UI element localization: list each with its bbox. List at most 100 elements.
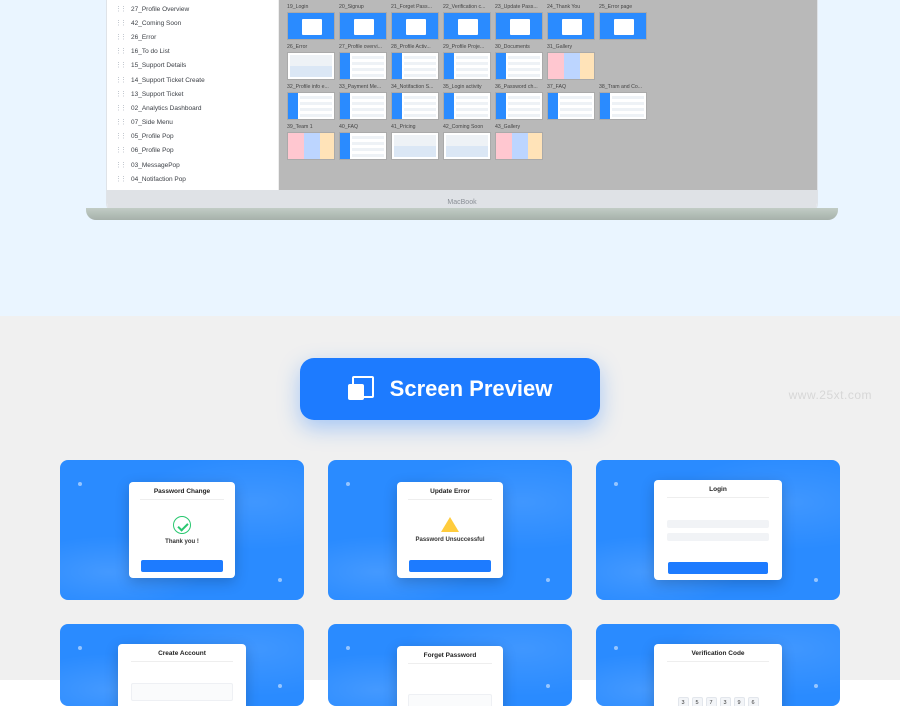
input-field[interactable] — [667, 533, 769, 541]
code-digit[interactable]: 6 — [748, 697, 759, 706]
watermark-text: www.25xt.com — [789, 388, 872, 402]
artboard-thumb[interactable]: 28_Profile Activ... — [391, 44, 439, 80]
input-field[interactable] — [667, 520, 769, 528]
layer-label: 02_Analytics Dashboard — [131, 105, 201, 112]
artboard-thumb[interactable]: 33_Payment Me... — [339, 84, 387, 120]
layer-item[interactable]: ⋮⋮03_MessagePop — [107, 158, 278, 172]
artboard-thumb[interactable]: 42_Coming Soon — [443, 124, 491, 160]
code-digit[interactable]: 3 — [720, 697, 731, 706]
primary-button[interactable] — [141, 560, 224, 572]
artboard-thumb[interactable]: 43_Gallery — [495, 124, 543, 160]
artboard-row: 19_Login20_Signup21_Forget Pass...22_Ver… — [287, 4, 809, 40]
artboard-preview — [443, 52, 491, 80]
artboard-label: 28_Profile Activ... — [391, 44, 439, 51]
artboard-thumb[interactable]: 30_Documents — [495, 44, 543, 80]
artboard-thumb[interactable]: 39_Team 1 — [287, 124, 335, 160]
modal-title: Create Account — [131, 644, 233, 662]
artboard-thumb[interactable]: 40_FAQ — [339, 124, 387, 160]
layer-item[interactable]: ⋮⋮14_Support Ticket Create — [107, 73, 278, 87]
code-input-group: 357396 — [678, 697, 759, 706]
modal-body: 357396 — [654, 662, 782, 706]
preview-card[interactable]: Update ErrorPassword Unsuccessful — [328, 460, 572, 600]
layer-label: 04_Notifaction Pop — [131, 176, 186, 183]
artboard-thumb[interactable]: 32_Profile info e... — [287, 84, 335, 120]
input-field[interactable] — [408, 694, 493, 706]
layer-item[interactable]: ⋮⋮02_Analytics Dashboard — [107, 101, 278, 115]
modal-card: Password ChangeThank you ! — [129, 482, 235, 578]
code-digit[interactable]: 5 — [692, 697, 703, 706]
code-digit[interactable]: 9 — [734, 697, 745, 706]
artboard-thumb[interactable]: 34_Notifaction S... — [391, 84, 439, 120]
artboard-thumb[interactable]: 23_Update Pass... — [495, 4, 543, 40]
preview-card[interactable]: Forget Password — [328, 624, 572, 706]
layer-label: 42_Coming Soon — [131, 20, 181, 27]
layer-item[interactable]: ⋮⋮ 42_Coming Soon — [107, 16, 278, 30]
copy-icon — [348, 376, 374, 402]
layer-item[interactable]: ⋮⋮07_Side Menu — [107, 116, 278, 130]
preview-card[interactable]: Verification Code357396 — [596, 624, 840, 706]
artboard-label: 41_Pricing — [391, 124, 439, 131]
artboard-preview — [443, 132, 491, 160]
artboard-label: 32_Profile info e... — [287, 84, 335, 91]
artboard-thumb[interactable]: 37_FAQ — [547, 84, 595, 120]
modal-card: Forget Password — [397, 646, 503, 706]
primary-button[interactable] — [409, 560, 492, 572]
modal-title: Verification Code — [667, 644, 769, 662]
artboard-thumb[interactable]: 19_Login — [287, 4, 335, 40]
modal-card: Create Account — [118, 644, 246, 706]
artboard-thumb[interactable]: 38_Tram and Co... — [599, 84, 647, 120]
screen-preview-region: Screen Preview www.25xt.com Password Cha… — [0, 316, 900, 680]
artboard-row: 26_Error27_Profile overvi... 28_Profile A… — [287, 44, 809, 80]
modal-title: Password Change — [140, 482, 225, 500]
artboard-thumb[interactable]: 29_Profile Proje... — [443, 44, 491, 80]
artboard-thumb[interactable]: 35_Login activity — [443, 84, 491, 120]
artboard-label: 34_Notifaction S... — [391, 84, 439, 91]
layer-item[interactable]: ⋮⋮04_Notifaction Pop — [107, 172, 278, 186]
drag-handle-icon: ⋮⋮ — [115, 147, 125, 154]
drag-handle-icon: ⋮⋮ — [115, 133, 125, 140]
preview-card[interactable]: Password ChangeThank you ! — [60, 460, 304, 600]
drag-handle-icon: ⋮⋮ — [115, 6, 125, 13]
preview-cards-grid: Password ChangeThank you ! Update ErrorPa… — [0, 460, 900, 706]
layer-item[interactable]: ⋮⋮05_Profile Pop — [107, 130, 278, 144]
layer-item[interactable]: ⋮⋮16_To do List — [107, 45, 278, 59]
code-digit[interactable]: 7 — [706, 697, 717, 706]
artboard-preview — [339, 12, 387, 40]
artboard-thumb[interactable]: 22_Verification c... — [443, 4, 491, 40]
artboard-thumb[interactable]: 41_Pricing — [391, 124, 439, 160]
check-icon — [173, 516, 191, 534]
warning-icon — [441, 517, 459, 532]
artboard-preview — [391, 132, 439, 160]
screen-preview-badge: Screen Preview — [300, 358, 600, 420]
layers-sidebar[interactable]: ⋮⋮27_Profile Overview⋮⋮42_Coming Soon⋮⋮2… — [107, 0, 279, 190]
artboard-thumb[interactable]: 26_Error — [287, 44, 335, 80]
artboard-preview — [547, 92, 595, 120]
drag-handle-icon: ⋮⋮ — [115, 162, 125, 169]
layer-item[interactable]: ⋮⋮13_Support Ticket — [107, 87, 278, 101]
artboard-preview — [287, 12, 335, 40]
artboard-thumb[interactable]: 36_Password ch... — [495, 84, 543, 120]
layer-item[interactable]: ⋮⋮06_Profile Pop — [107, 144, 278, 158]
layer-item[interactable]: ⋮⋮27_Profile Overview — [107, 2, 278, 16]
preview-card[interactable]: Login — [596, 460, 840, 600]
artboard-thumb[interactable]: 27_Profile overvi... — [339, 44, 387, 80]
artboard-thumb[interactable]: 31_Gallery — [547, 44, 595, 80]
layer-item[interactable]: ⋮⋮ 15_Support Details — [107, 59, 278, 73]
artboard-preview — [599, 92, 647, 120]
artboard-thumb[interactable]: 24_Thank You — [547, 4, 595, 40]
drag-handle-icon: ⋮⋮ — [115, 20, 125, 27]
drag-handle-icon: ⋮⋮ — [115, 62, 125, 69]
layer-item[interactable]: ⋮⋮26_Error — [107, 30, 278, 44]
artboard-preview — [339, 92, 387, 120]
preview-card[interactable]: Create Account — [60, 624, 304, 706]
artboard-label: 36_Password ch... — [495, 84, 543, 91]
layer-label: 15_Support Details — [131, 62, 186, 69]
artboard-preview — [599, 12, 647, 40]
code-digit[interactable]: 3 — [678, 697, 689, 706]
artboard-canvas[interactable]: 19_Login20_Signup21_Forget Pass...22_Ver… — [279, 0, 817, 190]
artboard-thumb[interactable]: 20_Signup — [339, 4, 387, 40]
artboard-thumb[interactable]: 21_Forget Pass... — [391, 4, 439, 40]
artboard-thumb[interactable]: 25_Error page — [599, 4, 647, 40]
primary-button[interactable] — [668, 562, 768, 574]
input-field[interactable] — [131, 683, 233, 701]
